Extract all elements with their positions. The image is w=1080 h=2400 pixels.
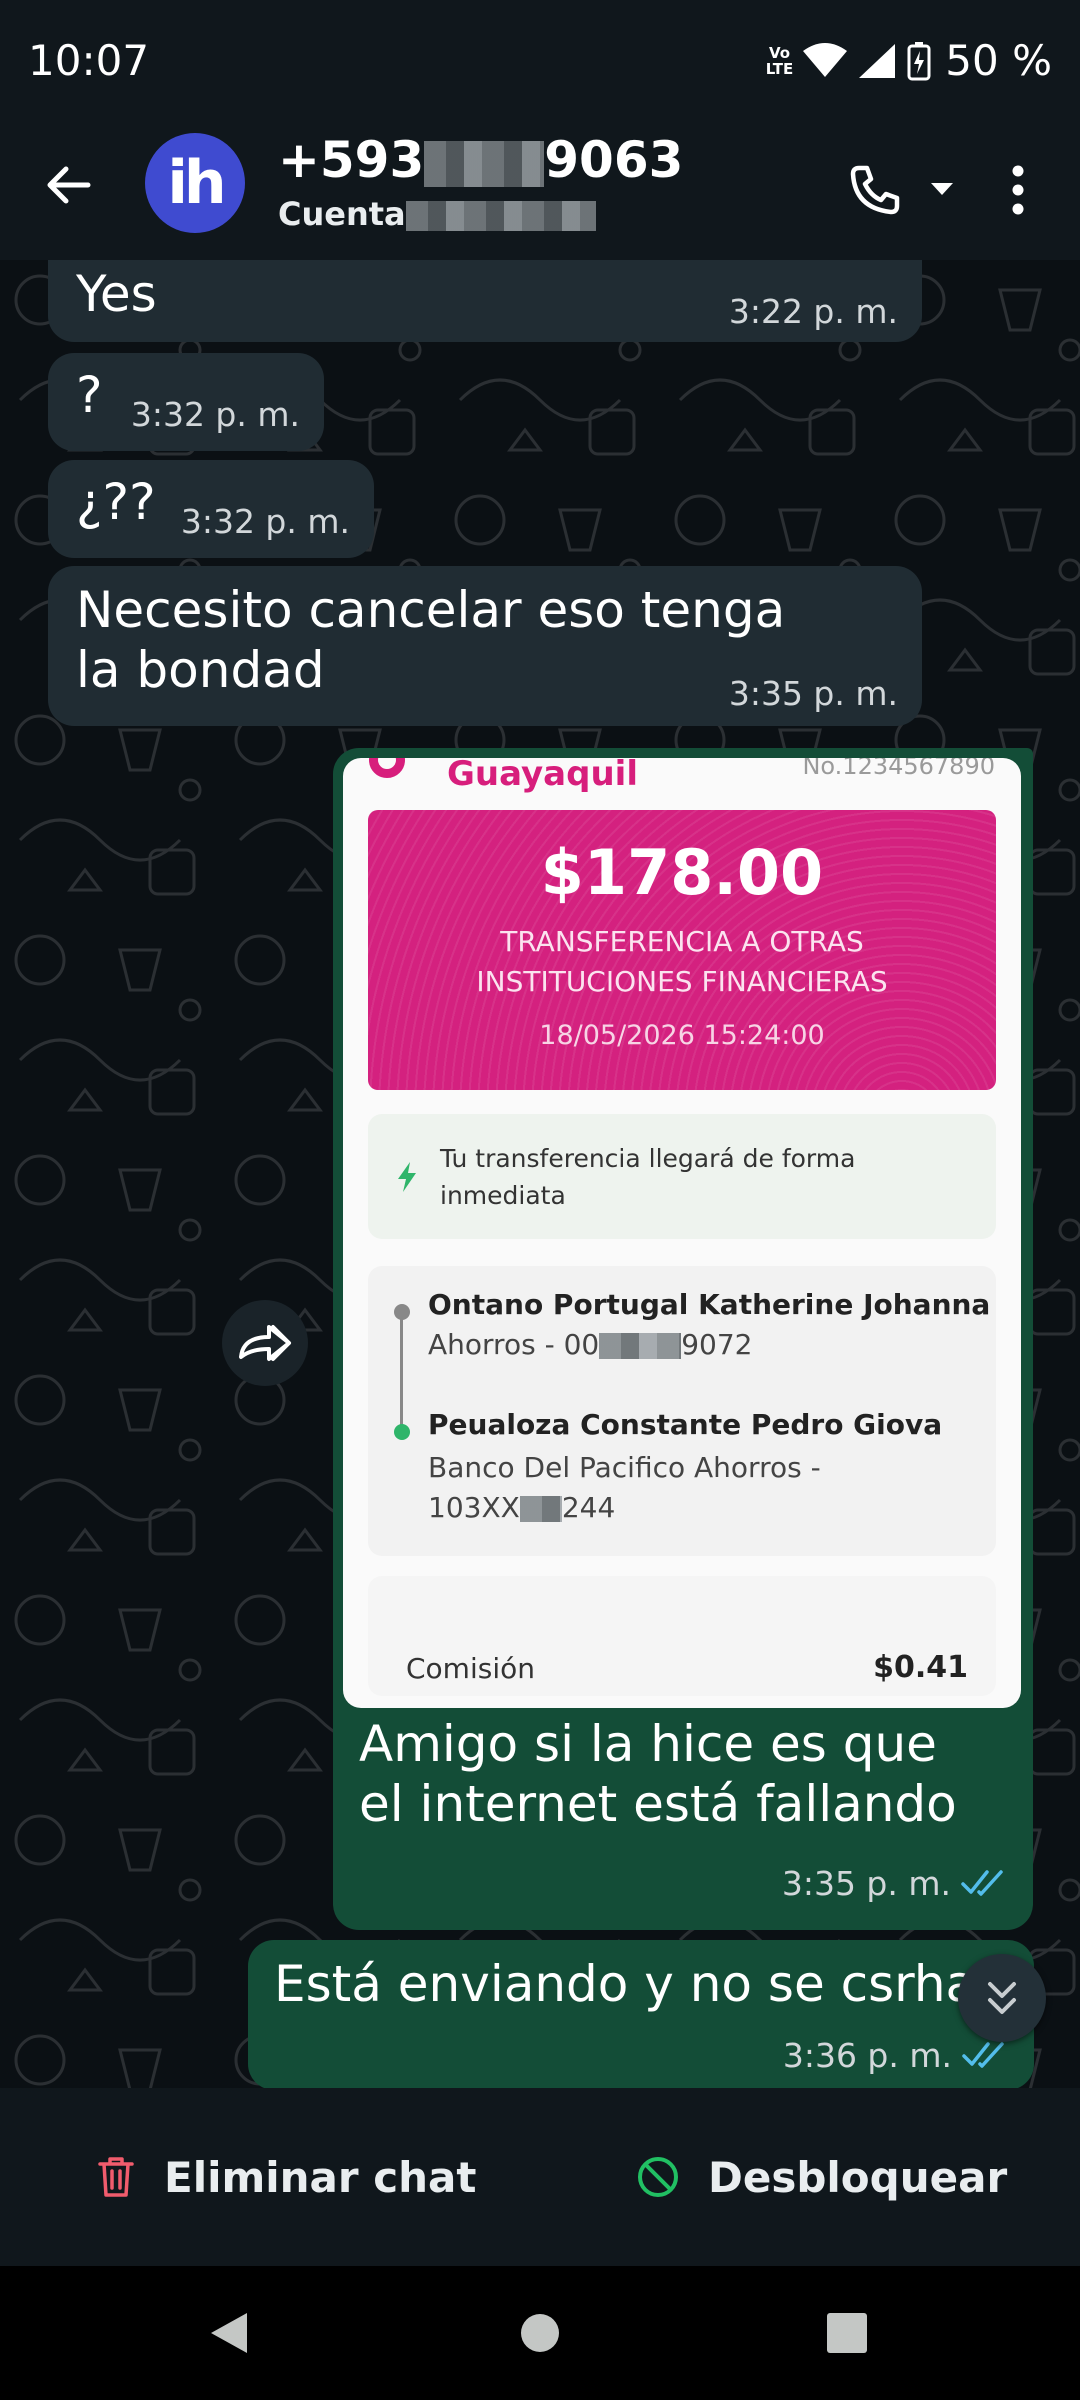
- trash-icon: [98, 2157, 134, 2197]
- volte-icon: Vo LTE: [766, 45, 794, 77]
- volte-label-bottom: LTE: [765, 59, 794, 78]
- sender-account: Ahorros - 00 9072: [428, 1328, 752, 1361]
- delete-chat-button[interactable]: Eliminar chat: [96, 2138, 476, 2216]
- back-triangle-icon: [211, 2313, 247, 2353]
- volte-label-top: Vo: [768, 43, 791, 62]
- blocked-contact-actions: Eliminar chat Desbloquear: [0, 2088, 1080, 2266]
- signal-icon: [859, 43, 896, 78]
- message-time: 3:35 p. m.: [781, 1864, 951, 1903]
- message-caption: Amigo si la hice es que el internet está…: [359, 1715, 957, 1833]
- receipt-amount-card: $178.00 TRANSFERENCIA A OTRAS INSTITUCIO…: [368, 810, 996, 1090]
- transfer-parties: Ontano Portugal Katherine Johanna Ahorro…: [368, 1266, 996, 1556]
- message-bubble-outgoing[interactable]: Está enviando y no se csrhaba 3:36 p. m.: [248, 1940, 1039, 2088]
- system-navigation-bar: [0, 2266, 1080, 2400]
- contact-subtitle-prefix: Cuenta: [278, 195, 406, 233]
- wifi-icon: [803, 42, 848, 77]
- home-circle-icon: [521, 2314, 559, 2352]
- nav-recents-button[interactable]: [818, 2304, 876, 2362]
- forward-icon: [239, 1325, 291, 1361]
- double-chevron-down-icon: [988, 1982, 1016, 2014]
- message-time: 3:32 p. m.: [180, 502, 350, 541]
- message-time: 3:22 p. m.: [728, 292, 898, 331]
- fee-value: $0.41: [873, 1650, 968, 1685]
- fee-box: Comisión $0.41: [368, 1576, 996, 1696]
- scroll-to-bottom-button[interactable]: [958, 1954, 1046, 2042]
- chat-header: ih +593 9063 Cuenta: [0, 125, 1080, 260]
- message-time: 3:36 p. m.: [782, 2036, 952, 2075]
- sender-account-prefix: Ahorros - 00: [428, 1328, 600, 1361]
- recipient-account: Banco Del Pacifico Ahorros - 103XX 244: [428, 1448, 848, 1528]
- redacted-blur: [424, 140, 545, 187]
- transfer-type-line1: TRANSFERENCIA A OTRAS: [500, 925, 864, 958]
- redacted-blur: [599, 1333, 682, 1359]
- more-options-button[interactable]: [998, 155, 1038, 225]
- forward-button[interactable]: [222, 1300, 308, 1386]
- message-time: 3:32 p. m.: [130, 395, 300, 434]
- message-text: Yes: [76, 265, 157, 323]
- lightning-icon: [398, 1162, 416, 1192]
- unblock-button[interactable]: Desbloquear: [636, 2138, 1007, 2216]
- recipient-account-suffix: 244: [561, 1491, 616, 1524]
- transfer-amount: $178.00: [540, 836, 824, 909]
- sender-name: Ontano Portugal Katherine Johanna: [428, 1288, 991, 1321]
- contact-subtitle: Cuenta: [278, 195, 596, 233]
- message-text: ?: [76, 366, 103, 424]
- message-text: Necesito cancelar eso tenga la bondad: [76, 581, 786, 699]
- message-bubble-incoming[interactable]: Necesito cancelar eso tenga la bondad 3:…: [48, 566, 922, 726]
- phone-icon: [850, 165, 900, 215]
- transfer-type-line2: INSTITUCIONES FINANCIERAS: [476, 965, 888, 998]
- avatar[interactable]: ih: [145, 133, 245, 233]
- redacted-blur: [405, 201, 596, 231]
- fee-label: Comisión: [406, 1652, 535, 1685]
- recipient-name: Peualoza Constante Pedro Giova: [428, 1408, 943, 1441]
- battery-charging-icon: [907, 41, 931, 80]
- bank-logo-icon: [369, 758, 405, 778]
- delete-chat-label: Eliminar chat: [164, 2152, 477, 2202]
- bank-name: Guayaquil: [447, 758, 638, 794]
- transfer-date: 18/05/2026 15:24:00: [539, 1020, 825, 1051]
- recipient-account-prefix: 103XX: [428, 1491, 520, 1524]
- status-bar: 10:07 Vo LTE 50 %: [0, 0, 1080, 125]
- recipient-bank: Banco Del Pacifico Ahorros -: [428, 1451, 821, 1484]
- read-ticks-icon: [962, 2042, 1004, 2068]
- redacted-blur: [519, 1496, 562, 1522]
- message-bubble-incoming[interactable]: ? 3:32 p. m.: [48, 353, 324, 451]
- connector-line: [400, 1318, 403, 1436]
- chat-area[interactable]: Yes 3:22 p. m. ? 3:32 p. m. ¿?? 3:32 p. …: [0, 260, 1080, 2088]
- block-icon: [638, 2157, 678, 2197]
- destination-dot-icon: [394, 1424, 410, 1440]
- unblock-label: Desbloquear: [708, 2152, 1008, 2202]
- contact-name-suffix: 9063: [544, 131, 684, 189]
- message-text: ¿??: [76, 473, 156, 531]
- message-text: Está enviando y no se csrhaba: [274, 1955, 1039, 2013]
- contact-name-prefix: +593: [278, 131, 425, 189]
- transfer-receipt-image[interactable]: Guayaquil No.1234567890 $178.00 TRANSFER…: [343, 758, 1021, 1708]
- receipt-number: No.1234567890: [802, 758, 995, 780]
- recents-square-icon: [827, 2313, 867, 2353]
- status-time: 10:07: [28, 36, 150, 85]
- caret-down-icon[interactable]: [928, 175, 956, 203]
- contact-name[interactable]: +593 9063: [278, 131, 683, 189]
- back-arrow-icon: [47, 166, 91, 204]
- nav-home-button[interactable]: [511, 2304, 569, 2362]
- transfer-info-text: Tu transferencia llegará de forma inmedi…: [440, 1144, 856, 1210]
- more-vertical-icon: [1012, 165, 1024, 215]
- sender-account-suffix: 9072: [681, 1328, 753, 1361]
- battery-percent: 50 %: [945, 36, 1052, 85]
- message-time: 3:35 p. m.: [728, 674, 898, 713]
- read-ticks-icon: [961, 1870, 1003, 1896]
- message-bubble-incoming[interactable]: ¿?? 3:32 p. m.: [48, 460, 374, 558]
- transfer-type: TRANSFERENCIA A OTRAS INSTITUCIONES FINA…: [368, 922, 996, 1002]
- back-button[interactable]: [38, 155, 98, 215]
- status-icons: Vo LTE 50 %: [766, 36, 1052, 85]
- voice-call-button[interactable]: [840, 155, 910, 225]
- nav-back-button[interactable]: [200, 2304, 258, 2362]
- recipient-account-number: 103XX 244: [428, 1488, 848, 1528]
- transfer-info-box: Tu transferencia llegará de forma inmedi…: [368, 1114, 996, 1239]
- message-bubble-incoming[interactable]: Yes 3:22 p. m.: [48, 260, 922, 342]
